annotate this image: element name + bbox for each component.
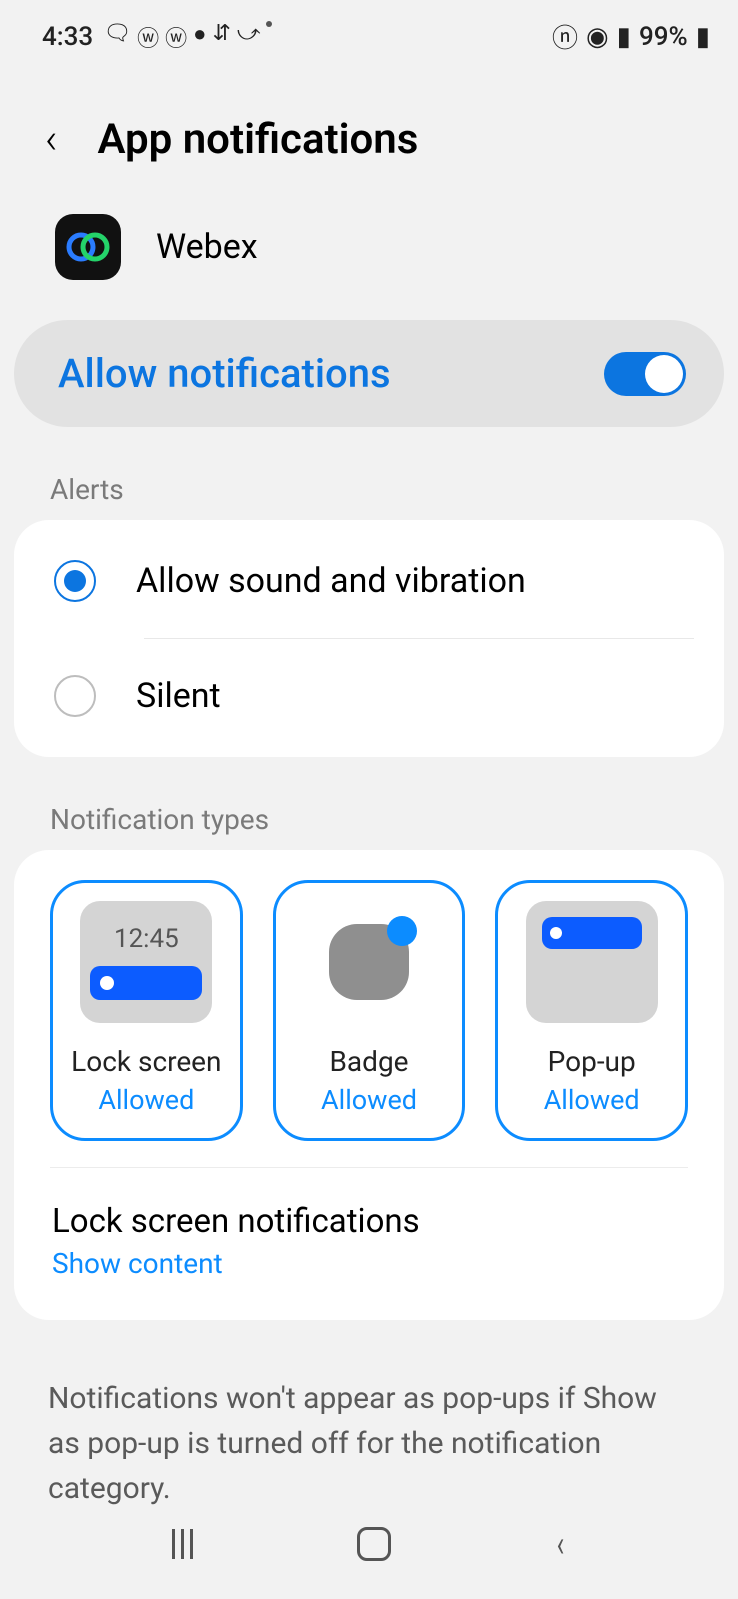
- lock-screen-notifications-value: Show content: [52, 1247, 686, 1280]
- allow-notifications-row[interactable]: Allow notifications: [14, 320, 724, 427]
- alert-sound-row[interactable]: Allow sound and vibration: [14, 524, 724, 638]
- tile-lock-screen[interactable]: 12:45 Lock screen Allowed: [50, 880, 243, 1141]
- wifi-icon: ◉: [586, 22, 609, 52]
- back-button[interactable]: ‹: [45, 115, 58, 164]
- badge-preview-icon: [303, 901, 435, 1023]
- signal-icon: ▮: [617, 22, 631, 52]
- account-icon: ●: [193, 21, 206, 53]
- app-row[interactable]: Webex: [0, 204, 738, 320]
- sync-icon: ⇵: [212, 21, 230, 53]
- status-left-icons: 🗨 ⓦ ⓦ ● ⇵ ⤻: [103, 21, 272, 53]
- lock-screen-notifications-title: Lock screen notifications: [52, 1202, 686, 1241]
- alerts-heading: Alerts: [0, 427, 738, 520]
- missed-call-icon: ⤻: [237, 21, 261, 53]
- webex-icon: ⓦ: [137, 21, 159, 53]
- lock-screen-preview-time: 12:45: [114, 924, 179, 954]
- alerts-card: Allow sound and vibration Silent: [14, 520, 724, 757]
- tile-lock-title: Lock screen: [71, 1045, 221, 1078]
- lock-screen-notifications-row[interactable]: Lock screen notifications Show content: [14, 1176, 724, 1316]
- nfc-icon: ⓝ: [552, 18, 578, 55]
- app-name: Webex: [156, 227, 258, 267]
- tile-popup-title: Pop-up: [548, 1045, 636, 1078]
- status-bar: 4:33 🗨 ⓦ ⓦ ● ⇵ ⤻ ⓝ ◉ ▮ 99% ▮: [0, 0, 738, 65]
- more-icon: [266, 21, 272, 27]
- divider: [50, 1167, 688, 1168]
- chat-icon: 🗨: [103, 21, 131, 53]
- types-heading: Notification types: [0, 757, 738, 850]
- lock-screen-preview-icon: 12:45: [80, 901, 212, 1023]
- nav-back-button[interactable]: ‹: [557, 1523, 565, 1565]
- types-card: 12:45 Lock screen Allowed Badge Allowed …: [14, 850, 724, 1320]
- alert-silent-label: Silent: [136, 676, 221, 716]
- android-nav-bar: ‹: [0, 1509, 738, 1579]
- radio-silent[interactable]: [54, 675, 96, 717]
- nav-recent-button[interactable]: [172, 1529, 193, 1559]
- status-time: 4:33: [42, 22, 93, 52]
- alert-silent-row[interactable]: Silent: [14, 639, 724, 753]
- allow-notifications-label: Allow notifications: [58, 350, 391, 397]
- battery-icon: ▮: [696, 22, 710, 52]
- tile-lock-status: Allowed: [98, 1084, 194, 1116]
- footer-note: Notifications won't appear as pop-ups if…: [0, 1320, 738, 1511]
- allow-notifications-toggle[interactable]: [604, 352, 686, 396]
- app-icon: [55, 214, 121, 280]
- webex-icon-2: ⓦ: [165, 21, 187, 53]
- nav-home-button[interactable]: [357, 1527, 391, 1561]
- popup-preview-icon: [526, 901, 658, 1023]
- tile-badge-title: Badge: [329, 1045, 408, 1078]
- radio-sound[interactable]: [54, 560, 96, 602]
- tile-badge[interactable]: Badge Allowed: [273, 880, 466, 1141]
- tile-popup[interactable]: Pop-up Allowed: [495, 880, 688, 1141]
- page-title: App notifications: [98, 115, 419, 164]
- battery-text: 99%: [639, 22, 688, 52]
- tile-popup-status: Allowed: [544, 1084, 640, 1116]
- header: ‹ App notifications: [0, 65, 738, 204]
- alert-sound-label: Allow sound and vibration: [136, 561, 526, 601]
- tile-badge-status: Allowed: [321, 1084, 417, 1116]
